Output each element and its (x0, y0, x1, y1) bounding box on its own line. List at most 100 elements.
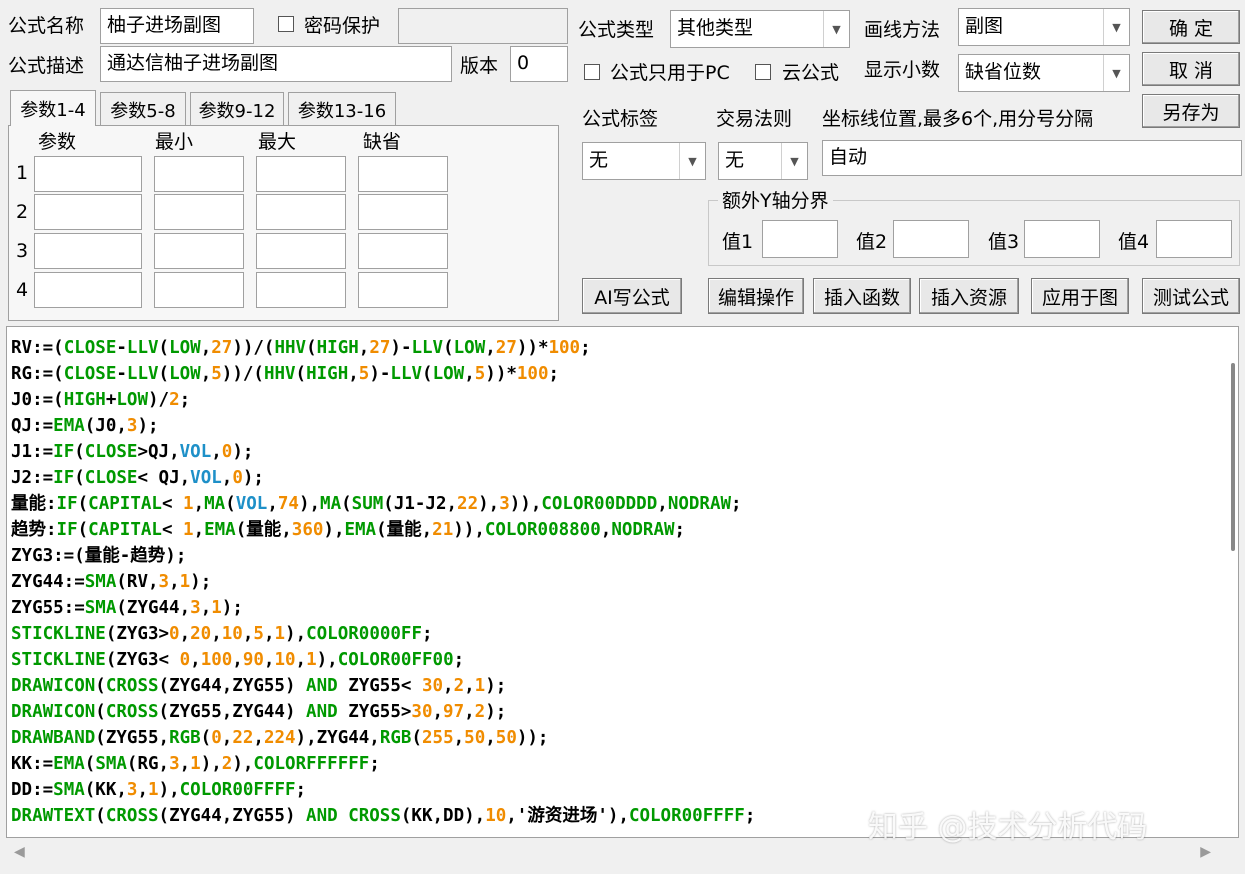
code-token: , (179, 754, 191, 774)
param-2-max[interactable] (256, 194, 346, 230)
code-line[interactable]: ZYG55:=SMA(ZYG44,3,1); (11, 595, 755, 621)
test-formula-button[interactable]: 测试公式 (1142, 278, 1240, 314)
code-line[interactable]: QJ:=EMA(J0,3); (11, 413, 755, 439)
param-3-default[interactable] (358, 233, 448, 269)
code-token: , (169, 572, 180, 592)
chevron-down-icon[interactable]: ▼ (781, 143, 807, 179)
vertical-scrollbar[interactable] (1220, 327, 1238, 837)
draw-method-select[interactable]: 副图 ▼ (958, 8, 1130, 46)
param-3-max[interactable] (256, 233, 346, 269)
chevron-down-icon[interactable]: ▼ (1103, 9, 1129, 45)
param-3-min[interactable] (154, 233, 244, 269)
code-token: DRAWBAND (11, 728, 96, 748)
code-editor[interactable]: RV:=(CLOSE-LLV(LOW,27))/(HHV(HIGH,27)-LL… (6, 326, 1239, 838)
code-line[interactable]: DRAWTEXT(CROSS(ZYG44,ZYG55) AND CROSS(KK… (11, 803, 755, 829)
code-token: 1 (183, 520, 194, 540)
code-token: ( (295, 364, 307, 384)
code-line[interactable]: J1:=IF(CLOSE>QJ,VOL,0); (11, 439, 755, 465)
code-token: 22 (232, 728, 254, 748)
code-token: ), (232, 754, 254, 774)
tab-params-5-8[interactable]: 参数5-8 (100, 92, 186, 126)
tab-params-1-4[interactable]: 参数1-4 (10, 90, 96, 126)
param-2-min[interactable] (154, 194, 244, 230)
chevron-down-icon[interactable]: ▼ (823, 11, 849, 47)
code-token: ( (200, 728, 212, 748)
ok-button[interactable]: 确 定 (1142, 10, 1240, 44)
scrollbar-thumb[interactable] (1231, 363, 1235, 551)
code-token: LOW (169, 364, 201, 384)
param-4-max[interactable] (256, 272, 346, 308)
tab-params-9-12[interactable]: 参数9-12 (190, 92, 284, 126)
param-1-min[interactable] (154, 156, 244, 192)
cancel-button[interactable]: 取 消 (1142, 52, 1240, 86)
formula-name-input[interactable]: 柚子进场副图 (100, 8, 254, 44)
scroll-left-icon[interactable]: ◀ (14, 844, 25, 860)
param-1-max[interactable] (256, 156, 346, 192)
chevron-down-icon[interactable]: ▼ (679, 143, 705, 179)
code-text[interactable]: RV:=(CLOSE-LLV(LOW,27))/(HHV(HIGH,27)-LL… (11, 335, 755, 829)
decimal-select[interactable]: 缺省位数 ▼ (958, 54, 1130, 92)
code-token: ))* (485, 364, 517, 384)
code-line[interactable]: J0:=(HIGH+LOW)/2; (11, 387, 755, 413)
code-token: LOW (453, 338, 486, 358)
value-4-input[interactable] (1156, 220, 1232, 258)
code-token: , (432, 702, 444, 722)
scroll-right-icon[interactable]: ▶ (1200, 844, 1211, 860)
value-3-input[interactable] (1024, 220, 1100, 258)
axis-position-input[interactable]: 自动 (822, 140, 1242, 176)
code-line[interactable]: J2:=IF(CLOSE< QJ,VOL,0); (11, 465, 755, 491)
code-line[interactable]: ZYG44:=SMA(RV,3,1); (11, 569, 755, 595)
param-2-default[interactable] (358, 194, 448, 230)
pc-only-checkbox[interactable] (584, 64, 600, 80)
code-line[interactable]: 量能:IF(CAPITAL< 1,MA(VOL,74),MA(SUM(J1-J2… (11, 491, 755, 517)
formula-tag-select[interactable]: 无 ▼ (582, 142, 706, 180)
save-as-button[interactable]: 另存为 (1142, 94, 1240, 128)
code-line[interactable]: RG:=(CLOSE-LLV(LOW,5))/(HHV(HIGH,5)-LLV(… (11, 361, 755, 387)
code-line[interactable]: DD:=SMA(KK,3,1),COLOR00FFFF; (11, 777, 755, 803)
password-checkbox[interactable] (278, 16, 294, 32)
formula-desc-input[interactable]: 通达信柚子进场副图 (100, 46, 452, 82)
value-2-input[interactable] (893, 220, 969, 258)
code-line[interactable]: DRAWICON(CROSS(ZYG55,ZYG44) AND ZYG55>30… (11, 699, 755, 725)
cloud-checkbox[interactable] (755, 64, 771, 80)
version-input[interactable]: 0 (510, 46, 568, 82)
edit-operation-button[interactable]: 编辑操作 (708, 278, 804, 314)
code-token: J1:= (11, 442, 54, 462)
tab-params-13-16[interactable]: 参数13-16 (288, 92, 396, 126)
code-line[interactable]: STICKLINE(ZYG3>0,20,10,5,1),COLOR0000FF; (11, 621, 755, 647)
formula-type-select[interactable]: 其他类型 ▼ (670, 10, 850, 48)
chevron-down-icon[interactable]: ▼ (1103, 55, 1129, 91)
ai-write-button[interactable]: AI写公式 (582, 278, 682, 314)
code-token: >QJ, (137, 442, 180, 462)
code-token: ); (221, 598, 243, 618)
code-token: SMA (84, 572, 117, 592)
param-4-name[interactable] (34, 272, 142, 308)
code-line[interactable]: STICKLINE(ZYG3< 0,100,90,10,1),COLOR00FF… (11, 647, 755, 673)
code-token: 100 (516, 364, 549, 384)
param-1-default[interactable] (358, 156, 448, 192)
value-1-input[interactable] (762, 220, 838, 258)
param-4-default[interactable] (358, 272, 448, 308)
code-token: , (232, 650, 243, 670)
param-row-number: 4 (16, 279, 29, 301)
decimal-label: 显示小数 (864, 59, 941, 81)
apply-to-chart-button[interactable]: 应用于图 (1031, 278, 1129, 314)
code-line[interactable]: ZYG3:=(量能-趋势); (11, 543, 755, 569)
code-line[interactable]: 趋势:IF(CAPITAL< 1,EMA(量能,360),EMA(量能,21))… (11, 517, 755, 543)
code-token: 5 (253, 624, 264, 644)
formula-tag-value: 无 (589, 149, 609, 171)
trade-rule-select[interactable]: 无 ▼ (718, 142, 808, 180)
insert-function-button[interactable]: 插入函数 (813, 278, 911, 314)
code-token: , (443, 676, 454, 696)
param-2-name[interactable] (34, 194, 142, 230)
code-line[interactable]: DRAWBAND(ZYG55,RGB(0,22,224),ZYG44,RGB(2… (11, 725, 755, 751)
param-3-name[interactable] (34, 233, 142, 269)
insert-resource-button[interactable]: 插入资源 (919, 278, 1019, 314)
param-1-name[interactable] (34, 156, 142, 192)
param-4-min[interactable] (154, 272, 244, 308)
code-line[interactable]: RV:=(CLOSE-LLV(LOW,27))/(HHV(HIGH,27)-LL… (11, 335, 755, 361)
code-line[interactable]: DRAWICON(CROSS(ZYG44,ZYG55) AND ZYG55< 3… (11, 673, 755, 699)
code-line[interactable]: KK:=EMA(SMA(RG,3,1),2),COLORFFFFFF; (11, 751, 755, 777)
code-token: CLOSE (84, 442, 138, 462)
password-input[interactable] (398, 8, 568, 44)
